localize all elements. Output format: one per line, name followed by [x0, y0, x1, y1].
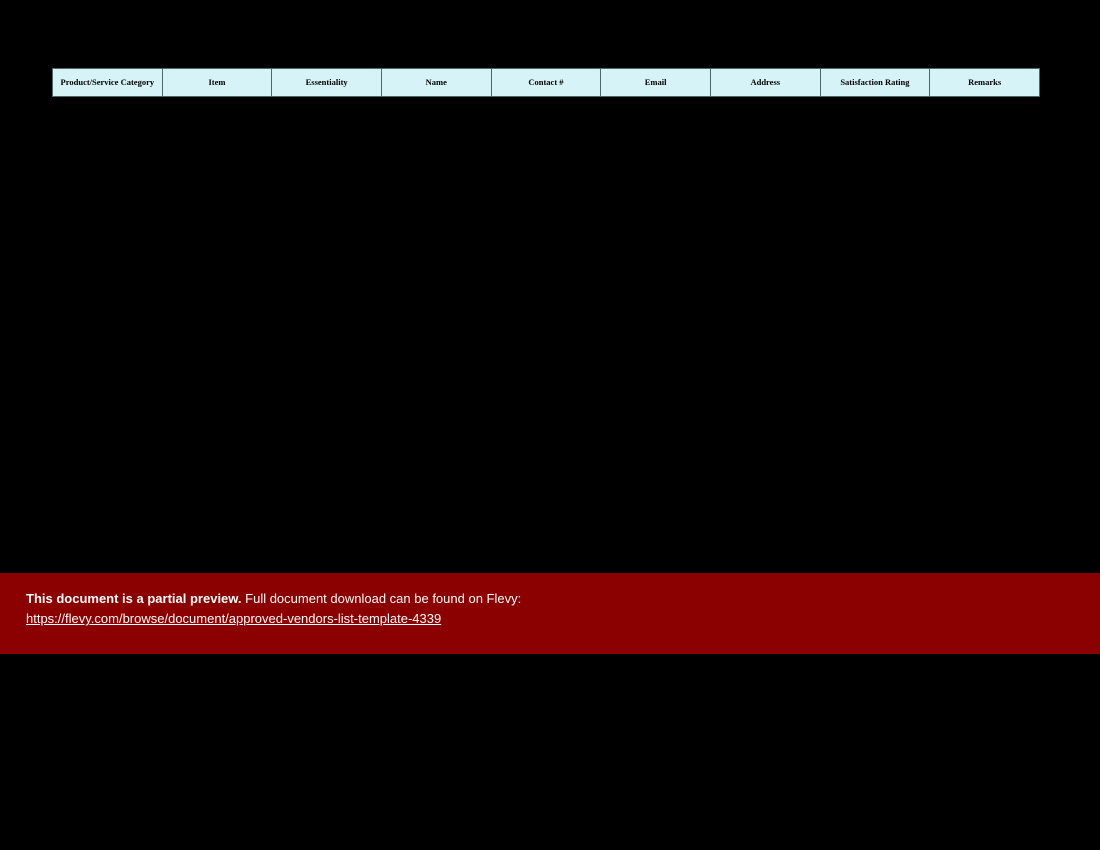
col-name: Name	[381, 69, 491, 97]
col-remarks: Remarks	[930, 69, 1040, 97]
col-satisfaction-rating: Satisfaction Rating	[820, 69, 930, 97]
banner-line-1: This document is a partial preview. Full…	[26, 589, 1100, 609]
banner-bold-text: This document is a partial preview.	[26, 591, 242, 606]
preview-banner: This document is a partial preview. Full…	[0, 573, 1100, 654]
col-email: Email	[601, 69, 711, 97]
vendors-table: Product/Service Category Item Essentiali…	[52, 68, 1040, 97]
col-essentiality: Essentiality	[272, 69, 382, 97]
col-item: Item	[162, 69, 272, 97]
table-header-row: Product/Service Category Item Essentiali…	[53, 69, 1040, 97]
col-product-service-category: Product/Service Category	[53, 69, 163, 97]
banner-link[interactable]: https://flevy.com/browse/document/approv…	[26, 611, 441, 626]
banner-rest-text: Full document download can be found on F…	[242, 591, 522, 606]
col-contact: Contact #	[491, 69, 601, 97]
col-address: Address	[710, 69, 820, 97]
table-container: Product/Service Category Item Essentiali…	[52, 68, 1040, 97]
banner-line-2: https://flevy.com/browse/document/approv…	[26, 609, 1100, 629]
